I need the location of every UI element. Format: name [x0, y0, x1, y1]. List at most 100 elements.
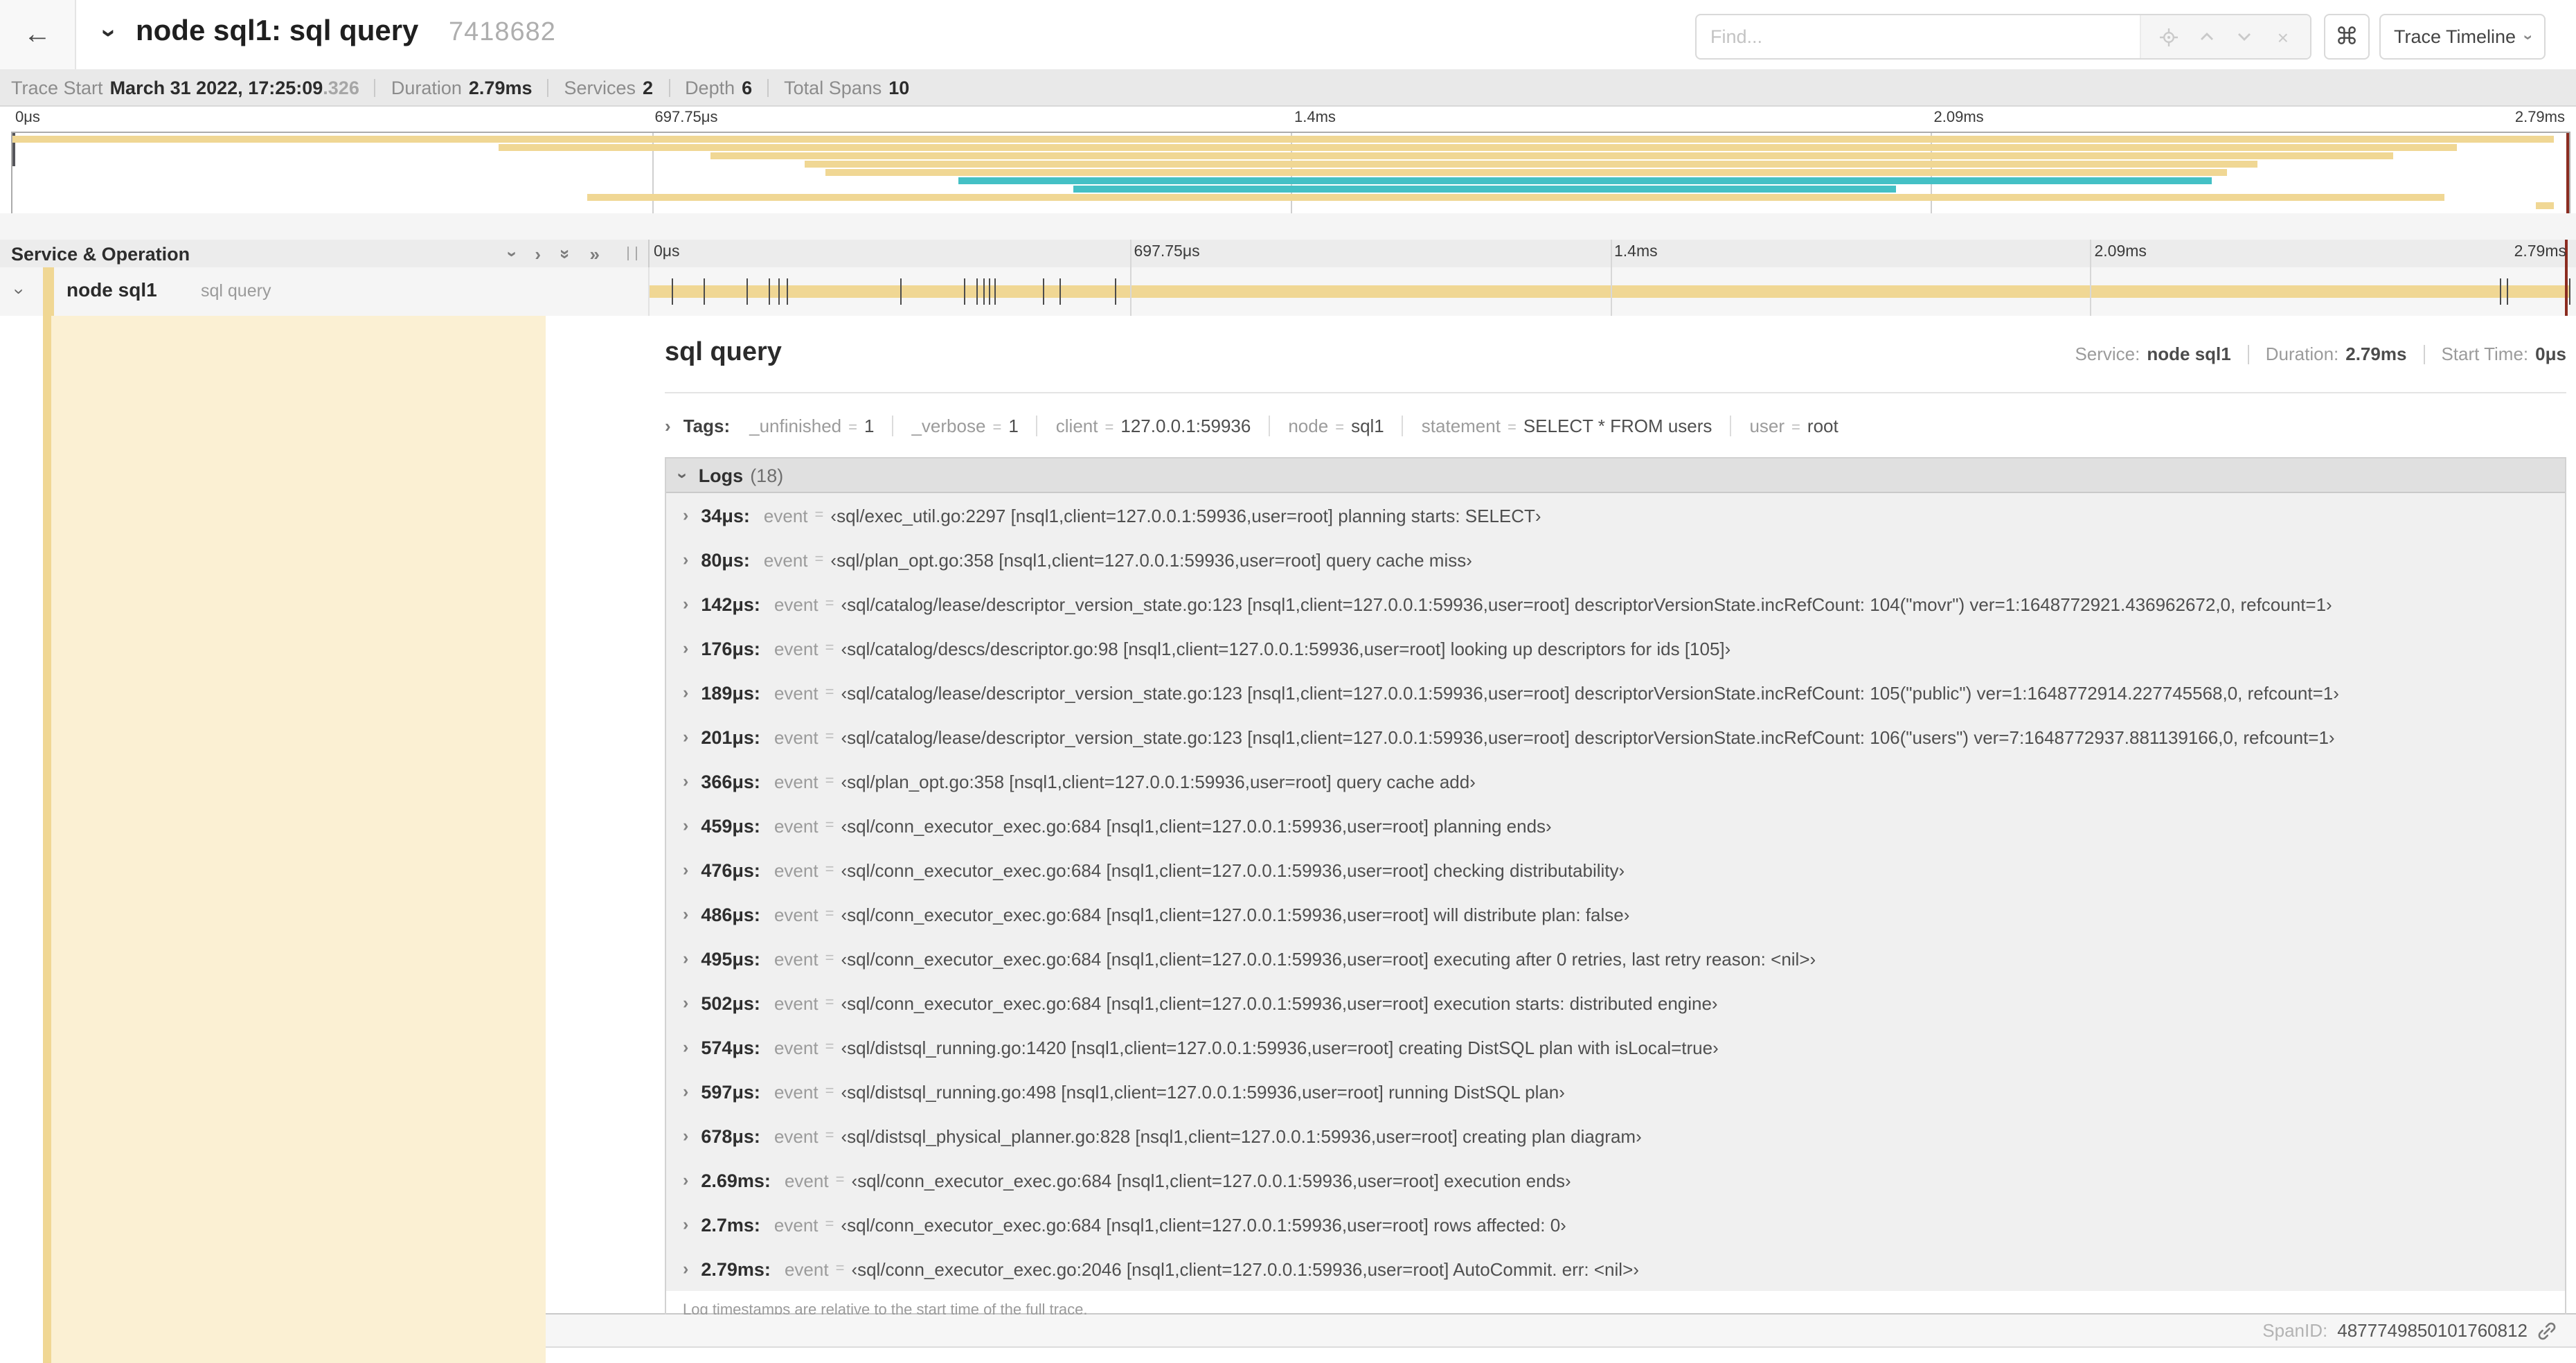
minimap-canvas[interactable] [11, 132, 2570, 215]
log-row[interactable]: › 2.69ms: event = ‹sql/conn_executor_exec.go… [666, 1158, 2565, 1202]
tag-value: 127.0.0.1:59936 [1120, 415, 1251, 436]
tag-value: 1 [864, 415, 875, 436]
log-row[interactable]: › 459μs: event = ‹sql/conn_executor_exec.go:… [666, 803, 2565, 848]
back-button[interactable]: ← [0, 0, 76, 69]
trace-collapse-chevron-icon[interactable]: › [93, 19, 123, 47]
log-field-equals: = [825, 906, 834, 923]
log-event-tick [778, 278, 780, 305]
tag-equals: = [1507, 419, 1517, 436]
tag-divider [1269, 415, 1271, 436]
logs-body: › 34μs: event = ‹sql/exec_util.go:2297 [nsql… [666, 493, 2565, 1291]
log-row-chevron-icon: › [683, 506, 689, 525]
trace-timeline-page: ← › node sql1: sql query 7418682 Find...… [0, 0, 2576, 1363]
minimap-span-bar [587, 194, 2444, 202]
log-row[interactable]: › 189μs: event = ‹sql/catalog/lease/descript… [666, 670, 2565, 715]
tags-list: _unfinished = 1 _verbose = 1 client = 127.0.0.1:… [749, 415, 1839, 436]
log-row[interactable]: › 2.7ms: event = ‹sql/conn_executor_exec.go:… [666, 1202, 2565, 1247]
stat-value: 2.79ms [2345, 344, 2407, 364]
log-field-value: ‹sql/catalog/lease/descriptor_version_st… [841, 727, 2335, 747]
log-row[interactable]: › 486μs: event = ‹sql/conn_executor_exec.go:… [666, 892, 2565, 936]
log-field-key: event [773, 682, 819, 703]
keyboard-shortcuts-button[interactable]: ⌘ [2324, 14, 2370, 60]
tag-divider [1402, 415, 1404, 436]
log-row[interactable]: › 176μs: event = ‹sql/catalog/descs/descript… [666, 626, 2565, 670]
find-prev-icon[interactable] [2195, 26, 2217, 48]
log-row[interactable]: › 597μs: event = ‹sql/distsql_running.go:498… [666, 1069, 2565, 1114]
log-event-tick [769, 278, 771, 305]
logs-header[interactable]: › Logs (18) [666, 458, 2565, 493]
tag-value: SELECT * FROM users [1523, 415, 1712, 436]
log-field-value: ‹sql/distsql_running.go:498 [nsql1,clien… [841, 1081, 1565, 1102]
log-time: 366μs: [701, 771, 760, 792]
timeline-gridline [2090, 267, 2092, 316]
log-row-chevron-icon: › [683, 772, 689, 791]
log-field-key: event [773, 815, 819, 836]
log-event-tick [703, 278, 705, 305]
collapse-all-icon[interactable]: » [555, 249, 575, 258]
log-field-equals: = [825, 1128, 834, 1144]
log-row[interactable]: › 574μs: event = ‹sql/distsql_running.go:142… [666, 1025, 2565, 1069]
detail-left-gutter [51, 316, 546, 1363]
log-field-key: event [773, 904, 819, 925]
timeline-tick-label: 2.79ms [2514, 109, 2565, 126]
log-row-chevron-icon: › [683, 727, 689, 747]
log-time: 2.7ms: [701, 1214, 760, 1235]
top-bar: ← › node sql1: sql query 7418682 Find...… [0, 0, 2576, 71]
timeline-tick-label: 1.4ms [1294, 109, 1336, 126]
tag-equals: = [848, 419, 857, 436]
log-field-equals: = [825, 684, 834, 701]
log-row-chevron-icon: › [683, 1126, 689, 1146]
expand-all-icon[interactable]: » [590, 243, 600, 264]
log-field-equals: = [814, 551, 824, 568]
log-event-tick [746, 278, 748, 305]
log-time: 597μs: [701, 1081, 760, 1102]
tags-chevron-icon: › [665, 415, 671, 436]
service-operation-header: Service & Operation › › » » [0, 240, 650, 267]
tag-key: _unfinished [749, 415, 842, 436]
log-row[interactable]: › 142μs: event = ‹sql/catalog/lease/descript… [666, 582, 2565, 626]
minimap-span-bar [710, 152, 2393, 160]
log-row[interactable]: › 476μs: event = ‹sql/conn_executor_exec.go:… [666, 848, 2565, 892]
view-selector-button[interactable]: Trace Timeline › [2379, 14, 2546, 60]
log-row[interactable]: › 201μs: event = ‹sql/catalog/lease/descript… [666, 715, 2565, 759]
collapse-one-icon[interactable]: › [502, 251, 523, 257]
log-field-value: ‹sql/exec_util.go:2297 [nsql1,client=127… [830, 505, 1541, 526]
span-row-graph-cell[interactable] [650, 267, 2570, 316]
find-next-icon[interactable] [2234, 26, 2256, 48]
log-event-tick [964, 278, 966, 305]
log-field-equals: = [825, 950, 834, 967]
log-row[interactable]: › 502μs: event = ‹sql/conn_executor_exec.go:… [666, 981, 2565, 1025]
stat-value: 0μs [2535, 344, 2566, 364]
log-row[interactable]: › 366μs: event = ‹sql/plan_opt.go:358 [nsql1… [666, 759, 2565, 803]
log-row[interactable]: › 495μs: event = ‹sql/conn_executor_exec.go:… [666, 936, 2565, 981]
log-field-value: ‹sql/conn_executor_exec.go:684 [nsql1,cl… [841, 948, 1816, 969]
summary-item-label: Total Spans [784, 77, 882, 98]
tags-row[interactable]: › Tags: _unfinished = 1 _verbose = 1 client = 12… [665, 407, 2566, 443]
span-row-name-cell[interactable]: › node sql1 sql query [0, 267, 650, 316]
log-row[interactable]: › 2.79ms: event = ‹sql/conn_executor_exec.go… [666, 1247, 2565, 1291]
deep-link-icon[interactable] [2537, 1321, 2557, 1340]
log-field-value: ‹sql/conn_executor_exec.go:684 [nsql1,cl… [841, 904, 1630, 925]
log-event-tick [786, 278, 788, 305]
tag-value: sql1 [1351, 415, 1384, 436]
find-clear-icon[interactable]: × [2272, 26, 2294, 48]
log-row[interactable]: › 80μs: event = ‹sql/plan_opt.go:358 [nsql1,… [666, 537, 2565, 582]
log-row-chevron-icon: › [683, 683, 689, 702]
find-input[interactable] [1697, 15, 2140, 58]
log-time: 34μs: [701, 505, 750, 526]
tag-item: node = sql1 [1288, 415, 1384, 436]
log-row-chevron-icon: › [683, 816, 689, 835]
log-field-key: event [763, 505, 808, 526]
expand-one-icon[interactable]: › [535, 243, 541, 264]
stats-divider [2247, 344, 2249, 364]
stat-label: Start Time: [2441, 344, 2529, 364]
log-row[interactable]: › 34μs: event = ‹sql/exec_util.go:2297 [nsql… [666, 493, 2565, 537]
locate-icon[interactable] [2157, 26, 2179, 48]
summary-item-suffix: .326 [323, 77, 359, 98]
log-field-value: ‹sql/catalog/lease/descriptor_version_st… [841, 682, 2339, 703]
log-row[interactable]: › 678μs: event = ‹sql/distsql_physical_plann… [666, 1114, 2565, 1158]
log-field-value: ‹sql/distsql_physical_planner.go:828 [ns… [841, 1125, 1642, 1146]
column-resizer-handle[interactable] [627, 247, 637, 260]
timeline-tick-label: 697.75μs [1134, 244, 1200, 260]
page-title: node sql1: sql query [136, 15, 419, 47]
